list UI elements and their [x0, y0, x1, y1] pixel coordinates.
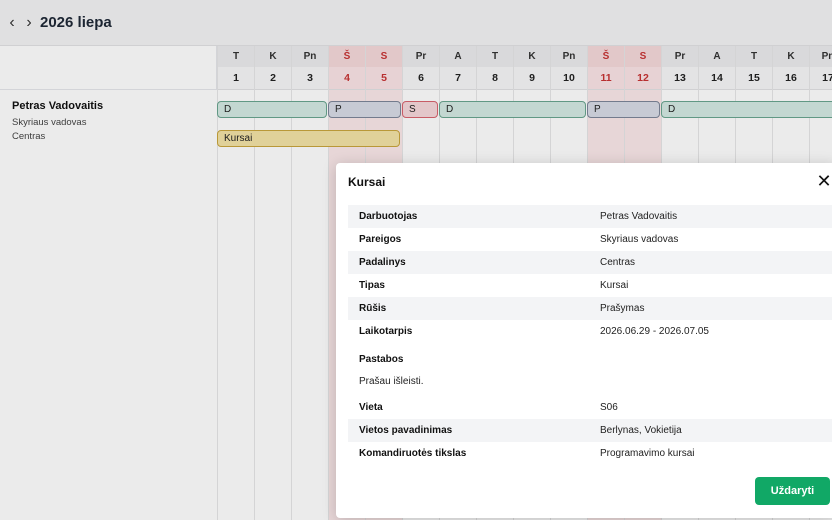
- detail-label: Komandiruotės tikslas: [359, 448, 467, 459]
- detail-value: Berlynas, Vokietija: [600, 425, 682, 436]
- close-button[interactable]: Uždaryti: [755, 477, 830, 505]
- close-icon[interactable]: ✕: [814, 171, 832, 191]
- detail-label: Padalinys: [359, 257, 406, 268]
- detail-label: Pareigos: [359, 234, 402, 245]
- detail-row: Vieta S06: [348, 396, 832, 419]
- detail-row: Tipas Kursai: [348, 274, 832, 297]
- detail-value: Prašymas: [600, 303, 645, 314]
- detail-label: Vieta: [359, 402, 383, 413]
- detail-label: Rūšis: [359, 303, 387, 314]
- notes-label: Pastabos: [359, 354, 404, 365]
- detail-value: Skyriaus vadovas: [600, 234, 679, 245]
- detail-row: Darbuotojas Petras Vadovaitis: [348, 205, 832, 228]
- detail-value: Centras: [600, 257, 636, 268]
- detail-row: Pareigos Skyriaus vadovas: [348, 228, 832, 251]
- notes-text: Prašau išleisti.: [359, 376, 424, 387]
- detail-label: Darbuotojas: [359, 211, 418, 222]
- detail-row: Komandiruotės tikslas Programavimo kursai: [348, 442, 832, 465]
- detail-label: Laikotarpis: [359, 326, 413, 337]
- detail-value: Programavimo kursai: [600, 448, 695, 459]
- detail-label: Tipas: [359, 280, 385, 291]
- detail-value: Petras Vadovaitis: [600, 211, 678, 222]
- modal-title: Kursai: [348, 175, 386, 189]
- detail-value: Kursai: [600, 280, 629, 291]
- details-modal: Kursai ✕ Pastabos Prašau išleisti. Uždar…: [336, 163, 832, 518]
- detail-label: Vietos pavadinimas: [359, 425, 453, 436]
- detail-row: Rūšis Prašymas: [348, 297, 832, 320]
- detail-row: Laikotarpis 2026.06.29 - 2026.07.05: [348, 320, 832, 343]
- detail-value: S06: [600, 402, 618, 413]
- detail-row: Padalinys Centras: [348, 251, 832, 274]
- detail-row: Vietos pavadinimas Berlynas, Vokietija: [348, 419, 832, 442]
- detail-value: 2026.06.29 - 2026.07.05: [600, 326, 709, 337]
